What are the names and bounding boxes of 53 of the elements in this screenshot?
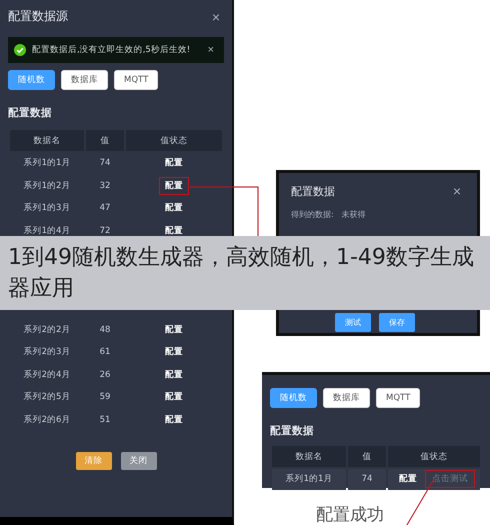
table-cell-text: 系列1的1月 bbox=[22, 156, 72, 170]
column-header: 值 bbox=[86, 130, 124, 151]
table-cell-text: 系列1的3月 bbox=[22, 202, 72, 216]
close-button[interactable]: × bbox=[204, 44, 218, 56]
config-link[interactable]: 配置 bbox=[159, 411, 189, 430]
table-cell: 74 bbox=[348, 469, 386, 490]
config-link[interactable]: 配置 bbox=[159, 388, 189, 406]
caption-banner: 1到49随机数生成器，高效随机，1-49数字生成器应用 bbox=[0, 236, 490, 310]
column-header: 数据名 bbox=[10, 130, 84, 151]
table-cell-text: 系列2的4月 bbox=[22, 368, 72, 382]
table-cell-text: 系列1的4月 bbox=[22, 224, 72, 238]
leader-line bbox=[190, 186, 260, 236]
table-cell-text: 47 bbox=[98, 202, 112, 216]
dialog-title: 配置数据 bbox=[291, 184, 335, 198]
table-cell-text: 系列2的2月 bbox=[22, 324, 72, 337]
field-value: 未获得 bbox=[342, 209, 366, 220]
table-cell-text: 59 bbox=[98, 391, 112, 404]
source-tab[interactable]: 数据库 bbox=[323, 388, 370, 408]
config-link[interactable]: 配置 bbox=[159, 320, 189, 339]
close-button[interactable]: × bbox=[448, 183, 465, 199]
table-cell-text: 48 bbox=[98, 324, 112, 337]
table-cell-text: 系列2的5月 bbox=[22, 390, 72, 404]
result-caption: 配置成功 bbox=[316, 504, 384, 525]
table-cell-text: 61 bbox=[98, 346, 112, 360]
table-cell-text: 32 bbox=[98, 180, 112, 193]
config-link[interactable]: 配置 bbox=[393, 470, 423, 488]
column-header: 数据名 bbox=[272, 446, 346, 467]
table-cell-text: 72 bbox=[98, 225, 112, 238]
close-button[interactable]: × bbox=[208, 8, 224, 24]
table-cell-text: 系列1的2月 bbox=[22, 180, 72, 193]
table-cell-text: 51 bbox=[98, 414, 112, 428]
source-tab[interactable]: MQTT bbox=[376, 388, 420, 408]
config-link[interactable]: 配置 bbox=[159, 343, 189, 362]
alert-text: 配置数据后,没有立即生效的,5秒后生效! bbox=[32, 44, 192, 56]
table-cell-text: 系列2的6月 bbox=[22, 414, 72, 428]
column-header: 值 bbox=[348, 446, 386, 467]
column-header: 值状态 bbox=[388, 446, 480, 467]
section-title: 配置数据 bbox=[270, 424, 315, 438]
column-header: 值状态 bbox=[126, 130, 222, 151]
section-title: 配置数据 bbox=[8, 106, 53, 120]
config-link[interactable]: 配置 bbox=[159, 154, 189, 172]
dialog-title: 配置数据源 bbox=[8, 8, 68, 25]
table-cell-text: 74 bbox=[98, 157, 112, 170]
table-cell-text: 系列2的3月 bbox=[22, 346, 72, 360]
config-link[interactable]: 配置 bbox=[159, 199, 189, 218]
table-cell: 系列1的1月 bbox=[272, 469, 346, 490]
config-link[interactable]: 配置 bbox=[159, 366, 189, 384]
check-icon bbox=[14, 44, 26, 56]
source-tab[interactable]: MQTT bbox=[114, 70, 158, 90]
config-link[interactable]: 配置 bbox=[159, 176, 189, 195]
table-cell-text: 26 bbox=[98, 368, 112, 382]
field-label: 得到的数据: bbox=[291, 209, 334, 220]
source-tab[interactable]: 数据库 bbox=[61, 70, 108, 90]
